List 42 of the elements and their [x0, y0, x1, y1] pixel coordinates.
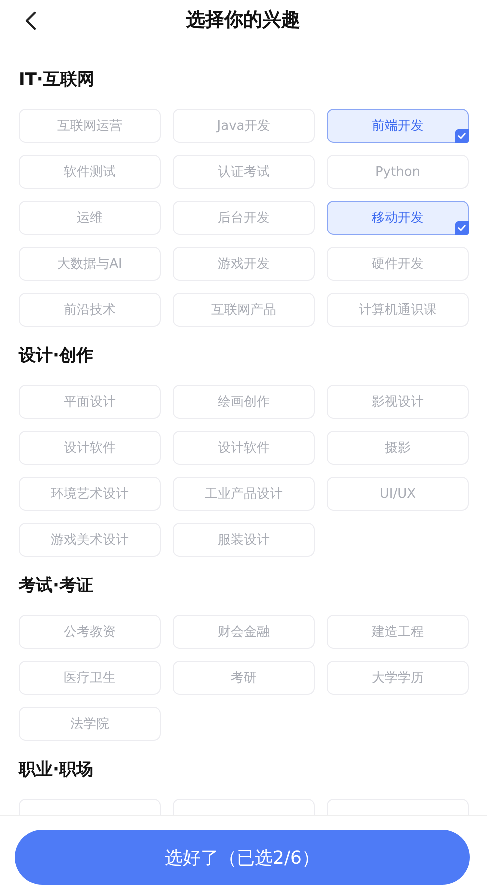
section-title: 设计·创作 [19, 345, 94, 368]
interest-chip[interactable]: 游戏开发 [173, 247, 315, 281]
interest-chip[interactable]: 设计软件 [19, 431, 161, 465]
interest-chip[interactable]: 认证考试 [173, 155, 315, 189]
interest-chip[interactable]: 后台开发 [173, 201, 315, 235]
interest-chip[interactable]: 法学院 [19, 707, 161, 741]
interest-chip[interactable]: 摄影 [327, 431, 469, 465]
interest-chip[interactable]: Python [327, 155, 469, 189]
interest-chip[interactable]: 绘画创作 [173, 385, 315, 419]
interest-chip[interactable]: 大数据与AI [19, 247, 161, 281]
interest-chip[interactable]: 设计软件 [173, 431, 315, 465]
interest-chip[interactable]: 大学学历 [327, 661, 469, 695]
section-title: IT·互联网 [19, 69, 94, 92]
interest-chip[interactable]: 医疗卫生 [19, 661, 161, 695]
interest-chip[interactable]: 服装设计 [173, 523, 315, 557]
back-icon[interactable] [25, 11, 37, 31]
confirm-button[interactable]: 选好了（已选2/6） [15, 830, 470, 885]
interest-chip[interactable]: 游戏美术设计 [19, 523, 161, 557]
interest-chip[interactable]: 公考教资 [19, 615, 161, 649]
check-icon [455, 221, 469, 235]
page-title: 选择你的兴趣 [186, 8, 300, 33]
interest-chip[interactable]: 前沿技术 [19, 293, 161, 327]
interest-chip[interactable]: 建造工程 [327, 615, 469, 649]
interest-chip[interactable]: 软件测试 [19, 155, 161, 189]
interest-chip[interactable]: 计算机通识课 [327, 293, 469, 327]
section-title: 职业·职场 [19, 759, 94, 782]
interest-chip[interactable]: 前端开发 [327, 109, 469, 143]
interest-chip[interactable]: 移动开发 [327, 201, 469, 235]
interest-chip[interactable]: 硬件开发 [327, 247, 469, 281]
interest-chip[interactable]: 环境艺术设计 [19, 477, 161, 511]
interest-chip[interactable]: UI/UX [327, 477, 469, 511]
interest-chip[interactable]: 影视设计 [327, 385, 469, 419]
interest-chip[interactable]: 考研 [173, 661, 315, 695]
check-icon [455, 129, 469, 143]
interest-chip[interactable]: 互联网产品 [173, 293, 315, 327]
interest-chip[interactable]: Java开发 [173, 109, 315, 143]
section-title: 考试·考证 [19, 575, 94, 598]
interest-chip[interactable]: 运维 [19, 201, 161, 235]
interest-chip[interactable]: 财会金融 [173, 615, 315, 649]
interest-chip[interactable]: 互联网运营 [19, 109, 161, 143]
interest-chip[interactable]: 工业产品设计 [173, 477, 315, 511]
interest-chip[interactable]: 平面设计 [19, 385, 161, 419]
